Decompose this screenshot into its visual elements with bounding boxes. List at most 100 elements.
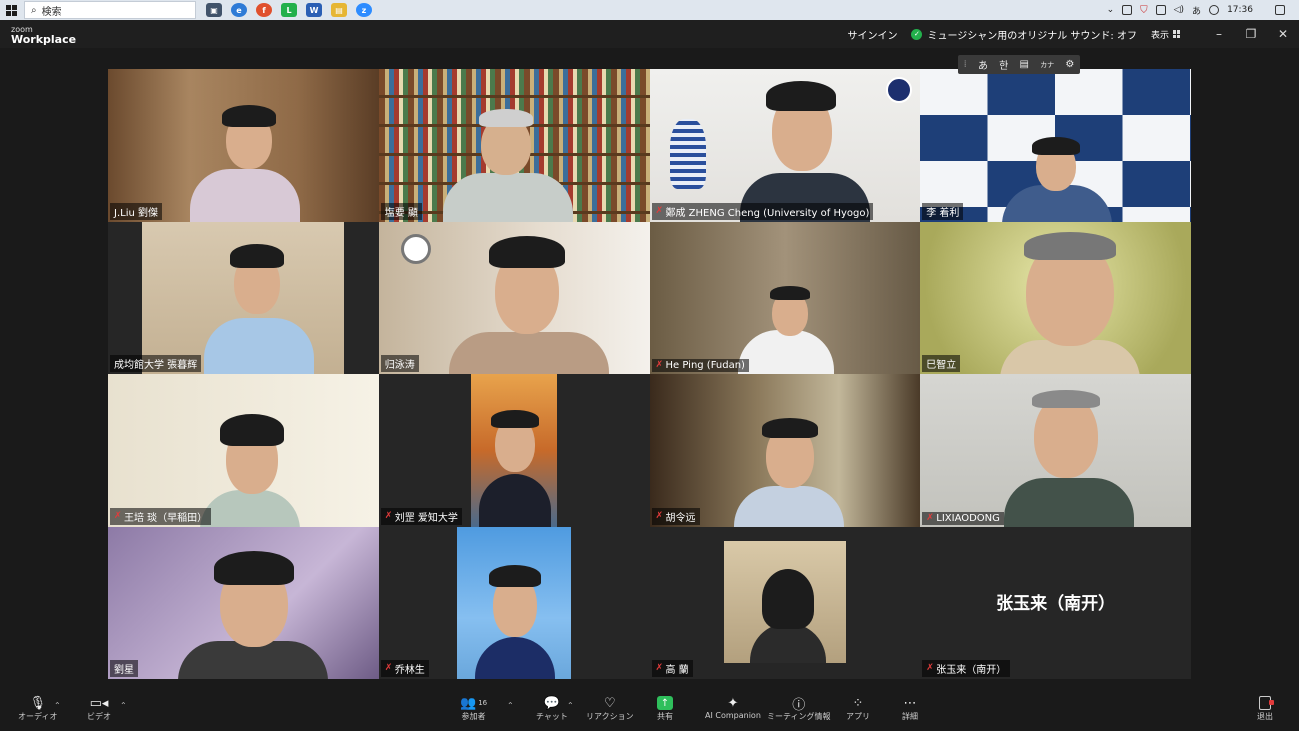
- volume-icon[interactable]: ◁): [1174, 5, 1184, 15]
- leave-button[interactable]: 退出: [1257, 695, 1274, 722]
- participant-name: J.Liu 劉傑: [114, 207, 158, 219]
- mic-muted-icon: ✗: [384, 510, 393, 521]
- restore-icon[interactable]: ❐: [1235, 27, 1267, 41]
- chat-button[interactable]: 💬 チャット: [536, 695, 568, 722]
- video-options-caret[interactable]: ⌃: [120, 701, 127, 710]
- notification-icon[interactable]: [1275, 5, 1285, 15]
- taskbar-search-placeholder: 検索: [41, 6, 62, 18]
- mic-muted-icon: ✗: [655, 663, 664, 673]
- video-tile-camera-off[interactable]: 张玉来（南开） ✗ 张玉来（南开）: [920, 526, 1191, 679]
- reaction-button[interactable]: ♡ リアクション: [586, 695, 634, 722]
- camera-tray-icon[interactable]: [1122, 5, 1133, 15]
- meeting-toolbar: 🎙 オーディオ ⌃ ▭◂ ビデオ ⌃ 👥 16 参加者 ⌃ 💬 チャット ⌃ ♡ …: [0, 691, 1299, 731]
- video-tile[interactable]: ✗ 王培 琰（早稲田）: [108, 374, 379, 527]
- share-screen-icon: ↑: [657, 696, 673, 710]
- file-explorer-icon[interactable]: ▤: [331, 3, 347, 17]
- meeting-info-button[interactable]: ⓘ ミーティング情報: [767, 695, 831, 722]
- video-tile[interactable]: ✗ He Ping (Fudan): [649, 221, 921, 374]
- participant-name-tag: ✗ 高 蘭: [651, 660, 693, 677]
- video-button[interactable]: ▭◂ ビデオ: [87, 695, 111, 722]
- participant-name: 鄭成 ZHENG Cheng (University of Hyogo): [665, 207, 870, 219]
- ime-settings-icon[interactable]: ⚙: [1065, 59, 1074, 70]
- video-tile[interactable]: 劉星: [108, 526, 379, 679]
- participant-name: 塩要 顯: [384, 207, 418, 219]
- windows-taskbar: ⌕ 検索 ▣ e f L W ▤ z ⌄ ⛉ ◁) あ 17:36: [0, 0, 1299, 20]
- system-tray: ⌄ ⛉ ◁) あ 17:36: [1107, 4, 1299, 17]
- more-button[interactable]: ⋯ 詳細: [902, 695, 918, 722]
- view-button[interactable]: 表示: [1151, 28, 1181, 41]
- participant-name: 李 着利: [926, 207, 960, 219]
- word-icon[interactable]: W: [306, 3, 322, 17]
- video-tile[interactable]: ✗ 胡令远: [649, 374, 921, 527]
- participant-name-tag: J.Liu 劉傑: [110, 202, 162, 220]
- ai-companion-label: AI Companion: [705, 711, 761, 720]
- search-icon: ⌕: [31, 4, 37, 16]
- chat-options-caret[interactable]: ⌃: [567, 701, 574, 710]
- more-label: 詳細: [902, 712, 918, 721]
- ai-companion-button[interactable]: ✦ AI Companion: [705, 695, 761, 721]
- apps-button[interactable]: ⁘ アプリ: [846, 695, 870, 722]
- video-tile[interactable]: 巳智立: [920, 221, 1191, 374]
- line-icon[interactable]: L: [281, 3, 297, 17]
- meeting-info-label: ミーティング情報: [767, 712, 831, 721]
- signin-link[interactable]: サインイン: [847, 27, 897, 42]
- audio-options-caret[interactable]: ⌃: [54, 701, 61, 710]
- video-tile[interactable]: ✗ LIXIAODONG: [920, 374, 1191, 527]
- close-icon[interactable]: ✕: [1267, 27, 1299, 41]
- mic-muted-icon: ✗: [655, 360, 664, 370]
- edge-icon[interactable]: e: [231, 3, 247, 17]
- ime-hangul[interactable]: 한: [999, 57, 1008, 72]
- participants-button[interactable]: 👥 16 参加者: [460, 695, 487, 722]
- heart-icon: ♡: [603, 695, 616, 711]
- participant-name: 劉星: [114, 665, 134, 676]
- participant-name: 乔林生: [394, 665, 425, 676]
- video-tile[interactable]: 成均館大学 張暮辉: [108, 221, 379, 374]
- zoom-app-icon[interactable]: z: [356, 3, 372, 17]
- video-tile[interactable]: J.Liu 劉傑: [108, 69, 379, 222]
- video-tile[interactable]: ✗ 乔林生: [378, 526, 650, 679]
- network-icon[interactable]: [1155, 5, 1166, 15]
- task-view-icon[interactable]: ▣: [206, 3, 222, 17]
- minimize-icon[interactable]: –: [1203, 27, 1235, 41]
- video-tile[interactable]: 李 着利: [920, 69, 1191, 222]
- video-label: ビデオ: [87, 712, 111, 721]
- sparkle-icon: ✦: [727, 695, 739, 711]
- participant-name: LIXIAODONG: [936, 512, 1000, 524]
- firefox-icon[interactable]: f: [256, 3, 272, 17]
- zoom-title-bar: zoom Workplace サインイン ✓ ミュージシャン用のオリジナル サウ…: [0, 20, 1299, 48]
- zoom-logo-main: Workplace: [11, 32, 77, 46]
- chevron-up-icon[interactable]: ⌄: [1107, 5, 1115, 15]
- original-sound-status[interactable]: ✓ ミュージシャン用のオリジナル サウンド: オフ: [911, 27, 1137, 42]
- mic-muted-icon: ✗: [114, 510, 122, 521]
- participants-options-caret[interactable]: ⌃: [507, 701, 514, 710]
- ime-indicator[interactable]: あ: [1192, 4, 1201, 17]
- ime-pad-icon[interactable]: ▤: [1020, 59, 1029, 70]
- video-tile[interactable]: ✗ 鄭成 ZHENG Cheng (University of Hyogo): [649, 69, 921, 222]
- participant-name: 张玉来（南开）: [936, 665, 1007, 676]
- participant-name-tag: 塩要 顯: [380, 202, 422, 220]
- audio-label: オーディオ: [18, 712, 58, 721]
- reaction-label: リアクション: [586, 712, 634, 721]
- video-tile-active-speaker[interactable]: 塩要 顯: [378, 69, 650, 222]
- windows-start-button[interactable]: [0, 0, 22, 20]
- taskbar-search-box[interactable]: ⌕ 検索: [24, 1, 196, 19]
- participant-name-tag: ✗ 胡令远: [651, 507, 700, 525]
- original-sound-label: ミュージシャン用のオリジナル サウンド: オフ: [927, 30, 1137, 42]
- video-tile[interactable]: 归泳涛: [378, 221, 650, 374]
- antivirus-icon[interactable]: ⛉: [1140, 5, 1148, 16]
- windows-logo-icon: [5, 4, 17, 16]
- mic-muted-icon: ✗: [655, 205, 664, 216]
- ime-grip-icon[interactable]: ⁞: [964, 59, 967, 70]
- video-gallery: J.Liu 劉傑 塩要 顯 ✗ 鄭成 ZHENG Cheng (Universit…: [108, 69, 1191, 679]
- video-tile[interactable]: ✗ 高 蘭: [649, 526, 921, 679]
- microphone-icon: 🎙: [29, 695, 46, 711]
- ime-kana[interactable]: カナ: [1040, 60, 1054, 70]
- ime-status-icon[interactable]: [1209, 5, 1220, 15]
- ime-hiragana[interactable]: あ: [978, 57, 988, 72]
- share-button[interactable]: ↑ 共有: [657, 695, 673, 722]
- view-label: 表示: [1150, 30, 1169, 41]
- video-tile[interactable]: ✗ 刘罡 爱知大学: [378, 374, 650, 527]
- audio-button[interactable]: 🎙 オーディオ: [18, 695, 57, 722]
- clock[interactable]: 17:36: [1227, 5, 1253, 15]
- participant-name: 刘罡 爱知大学: [394, 512, 458, 524]
